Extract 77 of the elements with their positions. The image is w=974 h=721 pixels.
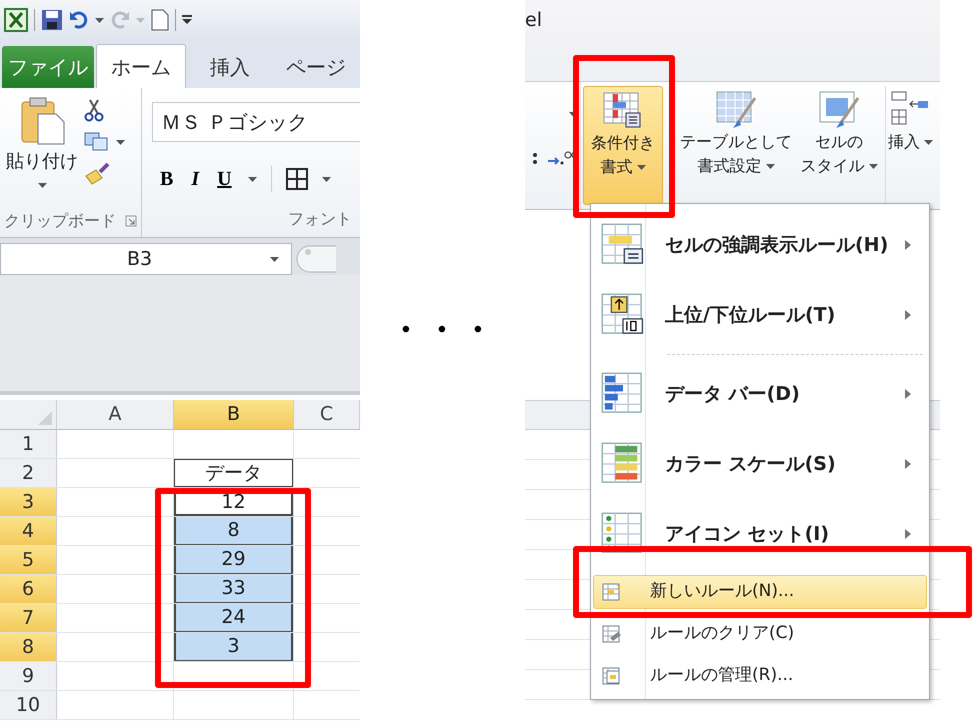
window-title: el [525,9,542,31]
submenu-arrow-icon [905,310,911,320]
row-header[interactable]: 8 [0,633,57,661]
caret-icon [322,176,331,182]
ellipsis-text: ・・・ [388,309,496,352]
row-header[interactable]: 5 [0,546,57,574]
menu-item[interactable]: ルールの管理(R)... [593,659,927,693]
name-box[interactable]: B3 [0,243,292,275]
caret-icon [136,18,145,22]
paste-button[interactable]: 貼り付け [0,96,84,205]
font-name-field[interactable]: ＭＳ Ｐゴシック [152,102,360,142]
row-header[interactable]: 9 [0,662,57,690]
table-cell[interactable]: 3 [174,633,293,661]
save-icon[interactable] [41,9,63,31]
submenu-arrow-icon [905,240,911,250]
spreadsheet-logo-icon[interactable] [4,8,28,32]
table-cell[interactable]: 33 [174,575,293,603]
color-scale-icon [601,442,645,486]
triangle-icon [38,411,52,425]
menu-item[interactable]: データ バー(D) [591,359,929,429]
caret-icon [95,18,104,22]
row-header[interactable]: 10 [0,691,57,719]
column-header[interactable]: C [294,400,360,429]
submenu-arrow-icon [905,529,911,539]
table-cell[interactable]: 29 [174,546,293,574]
column-header[interactable]: A [57,400,174,429]
row-header[interactable]: 2 [0,459,57,487]
menu-item[interactable]: カラー スケール(S) [591,429,929,499]
italic-button[interactable]: I [189,164,202,194]
ribbon-tab[interactable]: ページ [274,46,358,88]
cell-brush-icon [818,90,860,130]
caret-icon [38,183,46,188]
caret-icon [116,140,125,144]
caret-icon [248,176,257,182]
underline-button[interactable]: U [215,164,234,194]
caret-icon [766,164,774,168]
borders-icon[interactable] [286,168,308,190]
table-cell[interactable]: 24 [174,604,293,632]
copy-icon[interactable] [84,132,110,152]
file-tab[interactable]: ファイル [2,46,94,88]
caret-icon [270,256,279,262]
row-header[interactable]: 7 [0,604,57,632]
new-document-icon[interactable] [151,9,169,31]
menu-item[interactable]: アイコン セット(I) [591,499,929,569]
customize-toolbar-icon[interactable] [182,15,192,25]
undo-icon[interactable] [69,10,89,30]
splitter-handle-icon[interactable] [296,244,336,274]
table-brush-icon [715,90,757,130]
menu-item[interactable]: セルの強調表示ルール(H) [591,210,929,280]
group-label: クリップボード [4,210,116,232]
row-header[interactable]: 3 [0,488,57,516]
row-header[interactable]: 6 [0,575,57,603]
dialog-launcher-icon[interactable] [125,215,137,227]
caret-icon [868,164,878,168]
ribbon-button[interactable]: 条件付き 書式 [583,86,663,205]
top-ten-icon [601,293,645,337]
menu-item[interactable]: 新しいルール(N)... [593,575,927,609]
menu-item[interactable]: 上位/下位ルール(T) [591,280,929,350]
table-cell[interactable]: データ [174,459,293,487]
highlight-cells-icon [601,223,645,267]
format-painter-icon[interactable] [84,162,110,186]
submenu-arrow-icon [905,389,911,399]
caret-icon [636,164,646,170]
row-header[interactable]: 4 [0,517,57,545]
bold-button[interactable]: B [158,164,176,194]
eraser-table-icon [602,624,624,644]
menu-item[interactable]: ルールのクリア(C) [593,617,927,651]
ribbon-tab[interactable]: 挿入 [188,46,272,88]
submenu-arrow-icon [905,459,911,469]
table-cell[interactable]: 8 [174,517,293,545]
ribbon-tab[interactable]: ホーム [96,44,186,88]
data-bar-icon [601,372,645,416]
scissors-icon[interactable] [84,98,104,122]
caret-icon [924,140,933,144]
row-header[interactable]: 1 [0,430,57,458]
column-header[interactable]: B [174,400,294,429]
group-label: フォント [288,208,352,230]
